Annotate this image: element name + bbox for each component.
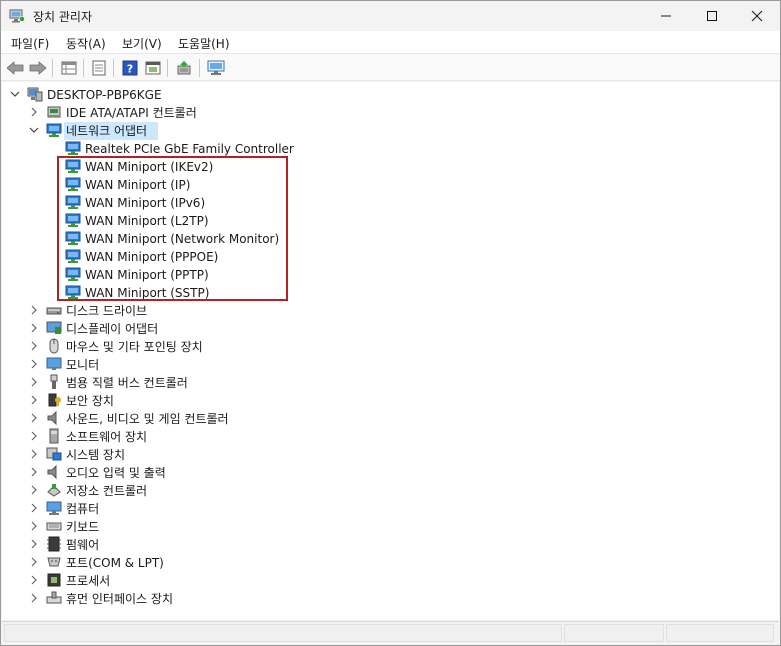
chevron-right-icon[interactable] xyxy=(28,376,40,388)
chevron-right-icon[interactable] xyxy=(28,358,40,370)
chevron-right-icon[interactable] xyxy=(28,502,40,514)
menu-file[interactable]: 파일(F) xyxy=(11,35,49,52)
category-network-adapter[interactable]: 네트워크 어댑터 xyxy=(66,123,147,139)
chevron-right-icon[interactable] xyxy=(28,304,40,316)
menu-action[interactable]: 동작(A) xyxy=(66,35,106,52)
category-system-device[interactable]: 시스템 장치 xyxy=(66,447,125,463)
chevron-right-icon[interactable] xyxy=(28,484,40,496)
speaker-icon xyxy=(46,410,62,426)
menu-help[interactable]: 도움말(H) xyxy=(178,35,230,52)
window-title: 장치 관리자 xyxy=(33,10,93,24)
display-adapter-icon xyxy=(46,320,62,336)
chevron-right-icon[interactable] xyxy=(28,430,40,442)
status-bar xyxy=(2,621,779,645)
monitor-scan-icon[interactable] xyxy=(206,58,226,78)
category-computer[interactable]: 컴퓨터 xyxy=(66,501,99,517)
title-bar: 장치 관리자 xyxy=(1,1,780,31)
chevron-right-icon[interactable] xyxy=(28,340,40,352)
mouse-icon xyxy=(46,338,62,354)
category-firmware[interactable]: 펌웨어 xyxy=(66,537,99,553)
toolbar: ? xyxy=(1,53,780,81)
category-audio-io[interactable]: 오디오 입력 및 출력 xyxy=(66,465,166,481)
forward-arrow-icon[interactable] xyxy=(28,58,48,78)
category-processor[interactable]: 프로세서 xyxy=(66,573,110,589)
network-adapter-icon xyxy=(65,140,81,156)
hid-icon xyxy=(46,590,62,606)
close-button[interactable] xyxy=(734,1,780,31)
category-port[interactable]: 포트(COM & LPT) xyxy=(66,555,164,571)
category-ide-ata[interactable]: IDE ATA/ATAPI 컨트롤러 xyxy=(66,105,197,121)
chevron-right-icon[interactable] xyxy=(28,394,40,406)
toolbar-separator xyxy=(167,59,168,77)
audio-icon xyxy=(46,464,62,480)
properties-grid-icon[interactable] xyxy=(59,58,79,78)
chevron-right-icon[interactable] xyxy=(28,592,40,604)
port-icon xyxy=(46,554,62,570)
category-monitor[interactable]: 모니터 xyxy=(66,357,99,373)
computer-icon xyxy=(46,500,62,516)
category-mouse[interactable]: 마우스 및 기타 포인팅 장치 xyxy=(66,339,203,355)
monitor-icon xyxy=(46,356,62,372)
minimize-button[interactable] xyxy=(643,1,689,31)
chevron-right-icon[interactable] xyxy=(28,412,40,424)
highlight-box xyxy=(57,156,288,301)
maximize-button[interactable] xyxy=(689,1,735,31)
chevron-right-icon[interactable] xyxy=(28,574,40,586)
category-keyboard[interactable]: 키보드 xyxy=(66,519,99,535)
security-device-icon xyxy=(46,392,62,408)
device-tree[interactable]: DESKTOP-PBP6KGE IDE ATA/ATAPI 컨트롤러 네트워크 … xyxy=(2,82,779,620)
category-display-adapter[interactable]: 디스플레이 어댑터 xyxy=(66,321,158,337)
status-segment xyxy=(666,624,774,642)
chevron-right-icon[interactable] xyxy=(28,448,40,460)
help-icon[interactable]: ? xyxy=(120,58,140,78)
update-driver-icon[interactable] xyxy=(174,58,194,78)
device-manager-window: 장치 관리자 파일(F) 동작(A) 보기(V) 도움말(H) ? DESKTO… xyxy=(0,0,781,646)
computer-root-icon xyxy=(27,86,43,102)
system-device-icon xyxy=(46,446,62,462)
category-disk-drive[interactable]: 디스크 드라이브 xyxy=(66,303,147,319)
category-software-device[interactable]: 소프트웨어 장치 xyxy=(66,429,147,445)
chevron-right-icon[interactable] xyxy=(28,556,40,568)
chevron-down-icon[interactable] xyxy=(28,124,40,136)
category-sound-video-game[interactable]: 사운드, 비디오 및 게임 컨트롤러 xyxy=(66,411,229,427)
category-storage-controller[interactable]: 저장소 컨트롤러 xyxy=(66,483,147,499)
toolbar-separator xyxy=(52,59,53,77)
chevron-right-icon[interactable] xyxy=(28,538,40,550)
device-manager-icon xyxy=(9,9,25,23)
tree-root-label[interactable]: DESKTOP-PBP6KGE xyxy=(47,87,162,103)
toolbar-separator xyxy=(199,59,200,77)
chevron-right-icon[interactable] xyxy=(28,466,40,478)
svg-text:?: ? xyxy=(127,63,133,76)
view-icon[interactable] xyxy=(143,58,163,78)
ide-controller-icon xyxy=(46,104,62,120)
category-security-device[interactable]: 보안 장치 xyxy=(66,393,114,409)
device-realtek-gbe[interactable]: Realtek PCIe GbE Family Controller xyxy=(85,141,294,157)
processor-icon xyxy=(46,572,62,588)
chevron-right-icon[interactable] xyxy=(28,106,40,118)
toolbar-separator xyxy=(83,59,84,77)
toolbar-separator xyxy=(113,59,114,77)
menu-view[interactable]: 보기(V) xyxy=(122,35,162,52)
back-arrow-icon[interactable] xyxy=(5,58,25,78)
keyboard-icon xyxy=(46,518,62,534)
usb-icon xyxy=(46,374,62,390)
status-segment-main xyxy=(4,624,562,642)
document-icon[interactable] xyxy=(89,58,109,78)
network-adapter-icon xyxy=(46,122,62,138)
firmware-icon xyxy=(46,536,62,552)
disk-drive-icon xyxy=(46,302,62,318)
status-segment xyxy=(564,624,664,642)
storage-controller-icon xyxy=(46,482,62,498)
chevron-right-icon[interactable] xyxy=(28,520,40,532)
chevron-right-icon[interactable] xyxy=(28,322,40,334)
menu-bar: 파일(F) 동작(A) 보기(V) 도움말(H) xyxy=(1,31,780,53)
software-device-icon xyxy=(46,428,62,444)
chevron-down-icon[interactable] xyxy=(9,88,21,100)
category-usb[interactable]: 범용 직렬 버스 컨트롤러 xyxy=(66,375,188,391)
category-hid[interactable]: 휴먼 인터페이스 장치 xyxy=(66,591,173,607)
